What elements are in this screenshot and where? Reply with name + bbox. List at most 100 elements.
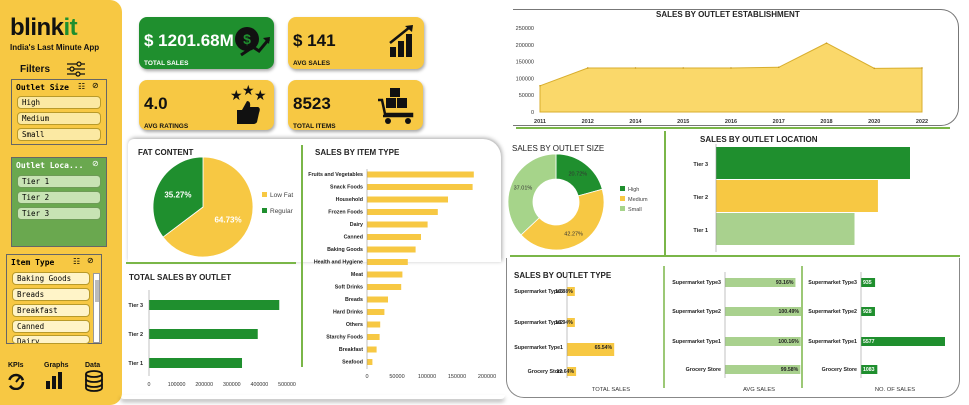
- bar-data-label: 12.64%: [556, 369, 574, 375]
- bar-chart-icon: [389, 25, 413, 57]
- brand-tagline: India's Last Minute App: [10, 43, 100, 52]
- clear-filter-icon[interactable]: ⊘: [87, 256, 94, 265]
- category-label: Frozen Foods: [328, 210, 363, 216]
- bar: [367, 184, 473, 190]
- y-tick-label: 150000: [516, 60, 534, 66]
- kpi-total-items-value: 8523: [293, 94, 331, 113]
- sidebar: blinkit India's Last Minute App Filters …: [0, 0, 122, 405]
- filter-sliders-icon[interactable]: [66, 61, 86, 77]
- kpis-icon[interactable]: [6, 372, 26, 390]
- slicer-item-tier-2[interactable]: Tier 2: [17, 191, 101, 204]
- graphs-icon[interactable]: [44, 370, 64, 390]
- establishment-area-chart: 0 50000 100000 150000 200000 250000 2011 2012 20…: [516, 26, 928, 125]
- nav-data-label[interactable]: Data: [85, 362, 100, 369]
- money-growth-icon: $: [235, 27, 271, 57]
- data-point: [539, 84, 541, 87]
- category-label: Seafood: [342, 360, 363, 366]
- kpi-avg-sales-label: AVG SALES: [293, 60, 331, 67]
- category-label: Supermarket Type1: [672, 339, 721, 345]
- svg-text:★: ★: [230, 87, 243, 103]
- bar: [367, 321, 381, 328]
- legend-swatch: [262, 192, 267, 197]
- bar: [367, 196, 448, 203]
- bar: [149, 300, 280, 310]
- section-divider: [516, 127, 950, 129]
- column-header: NO. OF SALES: [875, 387, 915, 393]
- category-label: Snack Foods: [330, 185, 363, 191]
- slicer-item-baking-goods[interactable]: Baking Goods: [12, 272, 90, 285]
- kpi-avg-sales: $ 141 AVG SALES: [288, 17, 424, 69]
- category-label: Breakfast: [339, 347, 363, 353]
- clear-filter-icon[interactable]: ⊘: [92, 81, 99, 90]
- data-point: [921, 67, 923, 69]
- section-divider: [126, 262, 296, 264]
- nav-kpis-label[interactable]: KPIs: [8, 362, 24, 369]
- data-point: [777, 66, 780, 69]
- category-label: Fruits and Vegetables: [308, 172, 363, 178]
- x-tick-label: 400000: [251, 382, 269, 388]
- bar: [367, 284, 402, 290]
- slicer-item-high[interactable]: High: [17, 96, 101, 109]
- category-label: Breads: [345, 297, 363, 303]
- kpi-avg-sales-value: $ 141: [293, 31, 336, 50]
- data-point: [873, 67, 876, 70]
- slicer-item-medium[interactable]: Medium: [17, 112, 101, 125]
- slicer-item-breads[interactable]: Breads: [12, 288, 90, 301]
- category-label: Supermarket Type3: [808, 280, 857, 286]
- data-point: [825, 42, 828, 44]
- column-header: AVG SALES: [743, 387, 775, 393]
- data-point: [730, 67, 732, 69]
- category-label: Health and Hygiene: [314, 260, 363, 266]
- multi-select-icon[interactable]: ☷: [78, 82, 85, 91]
- bar: [367, 221, 428, 228]
- slicer-item-tier-3[interactable]: Tier 3: [17, 207, 101, 220]
- x-tick-label: 200000: [195, 382, 213, 388]
- outlet-location-slicer: Outlet Loca... ⊘ Tier 1 Tier 2 Tier 3: [11, 157, 107, 247]
- category-label: Household: [336, 197, 363, 203]
- slicer-item-dairy[interactable]: Dairy: [12, 335, 90, 344]
- category-label: Supermarket Type3: [672, 280, 721, 286]
- data-icon[interactable]: [84, 370, 104, 392]
- kpi-total-sales: $ 1201.68M TOTAL SALES $: [139, 17, 274, 69]
- bar: [367, 334, 380, 340]
- donut-slice-small: [507, 153, 557, 236]
- bar: [149, 329, 258, 339]
- bar: [367, 346, 377, 353]
- kpi-total-items: 8523 TOTAL ITEMS: [288, 80, 423, 130]
- section-divider: [510, 255, 960, 257]
- data-point: [634, 67, 637, 69]
- legend-swatch: [620, 186, 625, 191]
- slicer-item-breakfast[interactable]: Breakfast: [12, 304, 90, 317]
- slicer-item-small[interactable]: Small: [17, 128, 101, 141]
- bar-data-label: 65.54%: [595, 345, 613, 351]
- bar: [716, 180, 878, 212]
- clear-filter-icon[interactable]: ⊘: [92, 159, 99, 168]
- x-tick-label: 100000: [418, 374, 436, 380]
- x-tick-label: 2011: [534, 119, 546, 125]
- legend-label: High: [628, 187, 639, 193]
- bar-data-label: 100.16%: [778, 339, 799, 345]
- bar: [716, 147, 910, 179]
- legend-label: Low Fat: [270, 192, 293, 199]
- category-label: Hard Drinks: [333, 310, 363, 316]
- filters-label: Filters: [20, 64, 51, 75]
- category-label: Dairy: [350, 222, 363, 228]
- slicer-item-tier-1[interactable]: Tier 1: [17, 175, 101, 188]
- bar: [367, 209, 438, 215]
- column-header: TOTAL SALES: [592, 387, 630, 393]
- x-tick-label: 0: [365, 374, 368, 380]
- bar-data-label: 100.49%: [779, 309, 800, 315]
- legend-label: Small: [628, 207, 642, 213]
- bar: [367, 234, 421, 240]
- nav-graphs-label[interactable]: Graphs: [44, 362, 69, 369]
- multi-select-icon[interactable]: ☷: [73, 257, 80, 266]
- bar: [149, 358, 243, 368]
- outlet-type-table-chart: Supermarket Type3 10.88% Supermarket Type2…: [514, 266, 945, 393]
- legend-label: Regular: [270, 208, 294, 215]
- kpi-avg-ratings-label: AVG RATINGS: [144, 123, 189, 130]
- x-tick-label: 50000: [389, 374, 404, 380]
- slicer-scrollbar[interactable]: [93, 273, 100, 343]
- panel-shadow: [120, 395, 505, 399]
- y-tick-label: 50000: [519, 93, 534, 99]
- slicer-item-canned[interactable]: Canned: [12, 320, 90, 333]
